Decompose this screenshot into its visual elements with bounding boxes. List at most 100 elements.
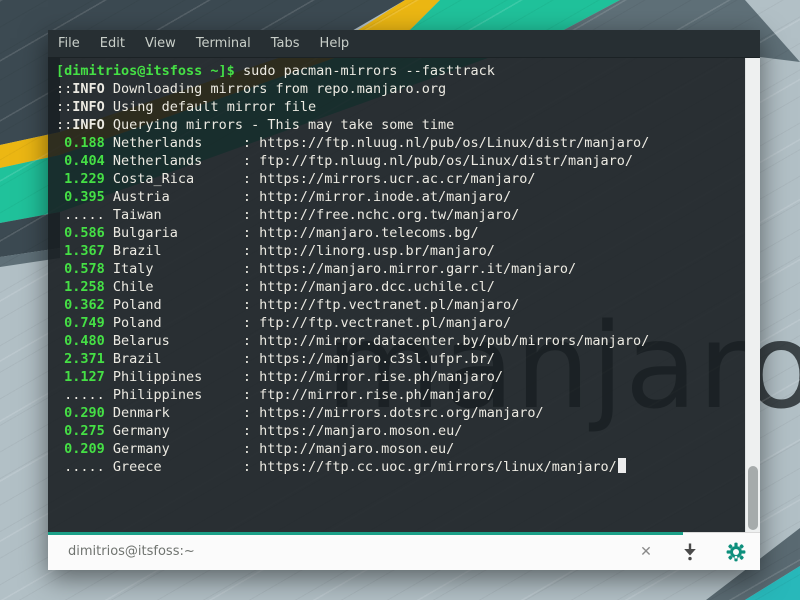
mirror-country: Brazil xyxy=(113,242,243,260)
mirror-country: Germany xyxy=(113,440,243,458)
mirror-country: Philippines xyxy=(113,368,243,386)
mirror-country: Italy xyxy=(113,260,243,278)
mirror-country: Philippines xyxy=(113,386,243,404)
mirror-response-time: 0.749 xyxy=(64,314,105,332)
mirror-country: Poland xyxy=(113,314,243,332)
mirror-url: https://ftp.cc.uoc.gr/mirrors/linux/manj… xyxy=(259,459,617,475)
preferences-gear-icon[interactable] xyxy=(726,542,746,562)
mirror-response-time: 1.229 xyxy=(64,170,105,188)
tab-title[interactable]: dimitrios@itsfoss:~ xyxy=(68,544,638,559)
mirror-url: https://manjaro.c3sl.ufpr.br/ xyxy=(259,351,495,367)
mirror-response-time: 1.258 xyxy=(64,278,105,296)
mirror-url: ftp://mirror.rise.ph/manjaro/ xyxy=(259,387,495,403)
mirror-country: Poland xyxy=(113,296,243,314)
mirror-response-time: 0.275 xyxy=(64,422,105,440)
mirror-row: 1.229Costa_Rica: https://mirrors.ucr.ac.… xyxy=(56,170,745,188)
mirror-response-time: 0.290 xyxy=(64,404,105,422)
mirror-row: .....Taiwan: http://free.nchc.org.tw/man… xyxy=(56,206,745,224)
mirror-row: 1.127Philippines: http://mirror.rise.ph/… xyxy=(56,368,745,386)
output-lines: ::INFO Downloading mirrors from repo.man… xyxy=(56,80,745,476)
mirror-response-time: 1.127 xyxy=(64,368,105,386)
text-cursor xyxy=(618,458,626,473)
mirror-url: https://manjaro.moson.eu/ xyxy=(259,423,462,439)
mirror-row: .....Philippines: ftp://mirror.rise.ph/m… xyxy=(56,386,745,404)
scroll-down-icon[interactable] xyxy=(680,542,700,562)
tab-bar-actions: ✕ xyxy=(638,542,760,562)
shell-prompt: [dimitrios@itsfoss ~]$ xyxy=(56,63,235,79)
mirror-row: 1.367Brazil: http://linorg.usp.br/manjar… xyxy=(56,242,745,260)
mirror-url: http://manjaro.moson.eu/ xyxy=(259,441,454,457)
mirror-country: Netherlands xyxy=(113,152,243,170)
mirror-url: http://mirror.datacenter.by/pub/mirrors/… xyxy=(259,333,649,349)
mirror-url: http://mirror.inode.at/manjaro/ xyxy=(259,189,511,205)
mirror-response-time: ..... xyxy=(64,386,105,404)
mirror-country: Taiwan xyxy=(113,206,243,224)
mirror-url: http://manjaro.telecoms.bg/ xyxy=(259,225,478,241)
mirror-url: http://linorg.usp.br/manjaro/ xyxy=(259,243,495,259)
scrollbar-thumb[interactable] xyxy=(748,466,758,530)
mirror-url: ftp://ftp.nluug.nl/pub/os/Linux/distr/ma… xyxy=(259,153,633,169)
mirror-country: Bulgaria xyxy=(113,224,243,242)
info-line: ::INFO Using default mirror file xyxy=(56,98,745,116)
mirror-url: http://mirror.rise.ph/manjaro/ xyxy=(259,369,503,385)
scrollbar[interactable] xyxy=(745,58,760,532)
mirror-row: 1.258Chile: http://manjaro.dcc.uchile.cl… xyxy=(56,278,745,296)
mirror-url: http://manjaro.dcc.uchile.cl/ xyxy=(259,279,495,295)
mirror-row: 0.362Poland: http://ftp.vectranet.pl/man… xyxy=(56,296,745,314)
mirror-response-time: 0.395 xyxy=(64,188,105,206)
mirror-country: Costa_Rica xyxy=(113,170,243,188)
mirror-response-time: 2.371 xyxy=(64,350,105,368)
mirror-response-time: 0.404 xyxy=(64,152,105,170)
mirror-response-time: 0.362 xyxy=(64,296,105,314)
menu-item-file[interactable]: File xyxy=(48,31,90,57)
mirror-url: ftp://ftp.vectranet.pl/manjaro/ xyxy=(259,315,511,331)
mirror-country: Denmark xyxy=(113,404,243,422)
menu-item-help[interactable]: Help xyxy=(310,31,360,57)
mirror-url: https://mirrors.dotsrc.org/manjaro/ xyxy=(259,405,543,421)
info-line: ::INFO Querying mirrors - This may take … xyxy=(56,116,745,134)
terminal-content: [dimitrios@itsfoss ~]$sudo pacman-mirror… xyxy=(48,58,760,532)
mirror-url: https://manjaro.mirror.garr.it/manjaro/ xyxy=(259,261,576,277)
mirror-country: Brazil xyxy=(113,350,243,368)
mirror-row: 0.749Poland: ftp://ftp.vectranet.pl/manj… xyxy=(56,314,745,332)
mirror-row: 0.586Bulgaria: http://manjaro.telecoms.b… xyxy=(56,224,745,242)
mirror-country: Greece xyxy=(113,458,243,476)
mirror-response-time: 0.586 xyxy=(64,224,105,242)
mirror-row: 0.188Netherlands: https://ftp.nluug.nl/p… xyxy=(56,134,745,152)
active-tab-indicator xyxy=(48,532,683,535)
tab-bar: dimitrios@itsfoss:~ ✕ xyxy=(48,532,760,570)
menu-item-edit[interactable]: Edit xyxy=(90,31,135,57)
menu-item-terminal[interactable]: Terminal xyxy=(186,31,261,57)
mirror-row: 2.371Brazil: https://manjaro.c3sl.ufpr.b… xyxy=(56,350,745,368)
close-icon[interactable]: ✕ xyxy=(638,544,654,560)
terminal-output[interactable]: [dimitrios@itsfoss ~]$sudo pacman-mirror… xyxy=(48,58,745,532)
command-text: sudo pacman-mirrors --fasttrack xyxy=(235,63,495,79)
mirror-url: http://ftp.vectranet.pl/manjaro/ xyxy=(259,297,519,313)
mirror-country: Belarus xyxy=(113,332,243,350)
mirror-row: 0.480Belarus: http://mirror.datacenter.b… xyxy=(56,332,745,350)
mirror-response-time: ..... xyxy=(64,458,105,476)
mirror-country: Chile xyxy=(113,278,243,296)
mirror-response-time: 1.367 xyxy=(64,242,105,260)
mirror-url: https://mirrors.ucr.ac.cr/manjaro/ xyxy=(259,171,535,187)
info-line: ::INFO Downloading mirrors from repo.man… xyxy=(56,80,745,98)
mirror-row: .....Greece: https://ftp.cc.uoc.gr/mirro… xyxy=(56,458,745,476)
mirror-country: Austria xyxy=(113,188,243,206)
mirror-row: 0.395Austria: http://mirror.inode.at/man… xyxy=(56,188,745,206)
prompt-line: [dimitrios@itsfoss ~]$sudo pacman-mirror… xyxy=(56,62,745,80)
mirror-row: 0.578Italy: https://manjaro.mirror.garr.… xyxy=(56,260,745,278)
mirror-country: Netherlands xyxy=(113,134,243,152)
mirror-row: 0.290Denmark: https://mirrors.dotsrc.org… xyxy=(56,404,745,422)
menu-bar: FileEditViewTerminalTabsHelp xyxy=(48,30,760,58)
mirror-row: 0.209Germany: http://manjaro.moson.eu/ xyxy=(56,440,745,458)
mirror-url: http://free.nchc.org.tw/manjaro/ xyxy=(259,207,519,223)
mirror-response-time: 0.578 xyxy=(64,260,105,278)
mirror-response-time: 0.480 xyxy=(64,332,105,350)
mirror-row: 0.404Netherlands: ftp://ftp.nluug.nl/pub… xyxy=(56,152,745,170)
mirror-response-time: 0.188 xyxy=(64,134,105,152)
mirror-response-time: ..... xyxy=(64,206,105,224)
mirror-row: 0.275Germany: https://manjaro.moson.eu/ xyxy=(56,422,745,440)
menu-item-view[interactable]: View xyxy=(135,31,186,57)
mirror-response-time: 0.209 xyxy=(64,440,105,458)
menu-item-tabs[interactable]: Tabs xyxy=(261,31,310,57)
